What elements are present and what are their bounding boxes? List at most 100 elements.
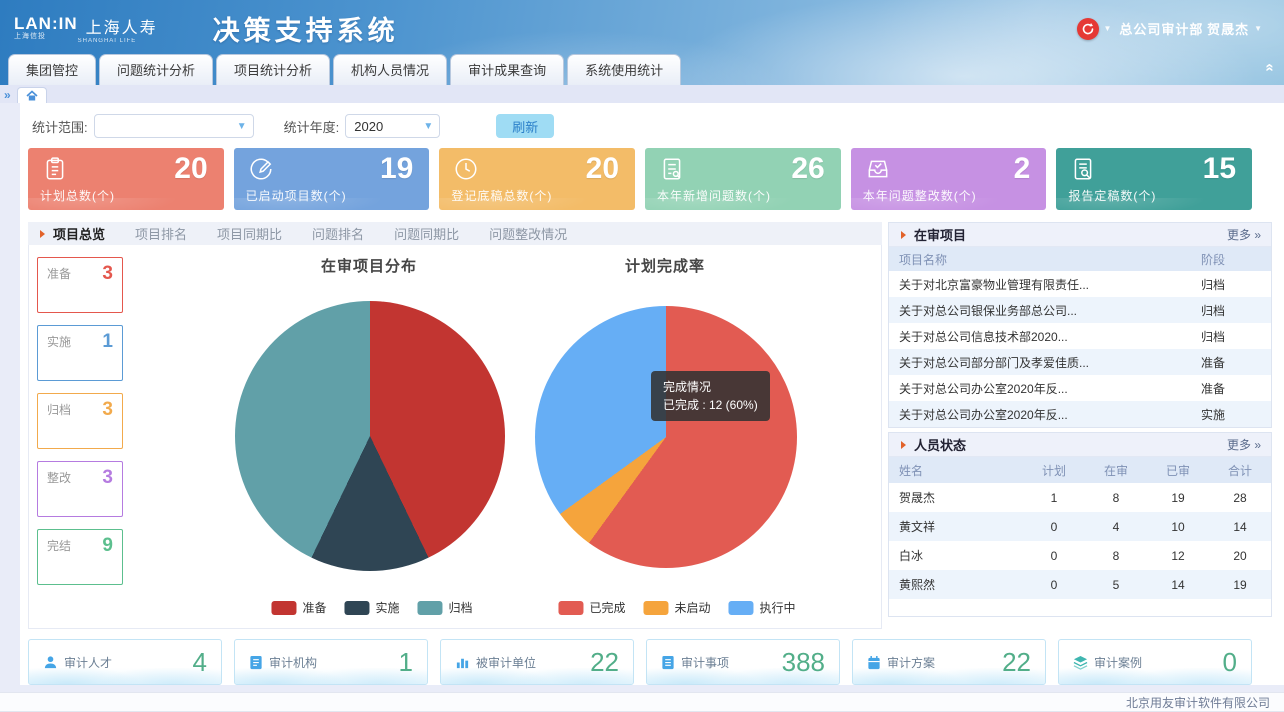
stat-value: 19 (380, 152, 413, 186)
clock-icon (453, 156, 479, 185)
page-title: 决策支持系统 (213, 9, 399, 48)
stat-card-plans[interactable]: 20 计划总数(个) (28, 148, 224, 210)
logo-en: SHANGHAI LIFE (78, 38, 158, 44)
pencil-circle-icon (248, 156, 274, 185)
bstat-audit-talent[interactable]: 审计人才 4 (28, 639, 222, 685)
col-total: 合计 (1209, 462, 1271, 479)
table-row[interactable]: 关于对总公司信息技术部2020...归档 (889, 323, 1271, 349)
user-name[interactable]: 贺晟杰 (1207, 19, 1249, 38)
stat-label: 本年新增问题数(个) (657, 187, 771, 204)
status-box-rectify[interactable]: 整改 3 (37, 461, 123, 517)
stat-card-new-issues[interactable]: 26 本年新增问题数(个) (645, 148, 841, 210)
status-box-archive[interactable]: 归档 3 (37, 393, 123, 449)
col-reviewing: 在审 (1085, 462, 1147, 479)
bstat-value: 388 (782, 647, 825, 678)
status-box-implement[interactable]: 实施 1 (37, 325, 123, 381)
year-select[interactable]: 2020 ▼ (345, 114, 440, 138)
status-value: 1 (102, 331, 113, 353)
subtab-project-yoy[interactable]: 项目同期比 (217, 224, 282, 243)
bstat-value: 1 (399, 647, 413, 678)
status-label: 准备 (47, 265, 71, 282)
bstat-audit-plans[interactable]: 审计方案 22 (852, 639, 1046, 685)
stat-card-rectified[interactable]: 2 本年问题整改数(个) (851, 148, 1047, 210)
table-row[interactable]: 关于对总公司部分部门及孝爱佳质...准备 (889, 349, 1271, 375)
pie-chart-completion[interactable] (535, 306, 797, 568)
tab-group-control[interactable]: 集团管控 (8, 54, 96, 85)
table-row[interactable]: 黄熙然051419 (889, 570, 1271, 599)
bstat-audited-units[interactable]: 被审计单位 22 (440, 639, 634, 685)
main-tabbar: 集团管控 问题统计分析 项目统计分析 机构人员情况 审计成果查询 系统使用统计 … (0, 57, 1284, 85)
year-label: 统计年度: (284, 117, 340, 136)
legend-item[interactable]: 未启动 (625, 599, 710, 616)
status-label: 整改 (47, 469, 71, 486)
subtab-project-ranking[interactable]: 项目排名 (135, 224, 187, 243)
tab-project-stats[interactable]: 项目统计分析 (216, 54, 330, 85)
user-caret-icon[interactable]: ▼ (1254, 24, 1262, 33)
user-dept: 总公司审计部 (1119, 19, 1203, 38)
chevron-down-icon: ▼ (423, 121, 433, 132)
scope-select[interactable]: ▼ (94, 114, 254, 138)
avatar[interactable] (1077, 18, 1099, 40)
table-row[interactable]: 白冰081220 (889, 541, 1271, 570)
more-link[interactable]: 更多 » (1227, 226, 1261, 243)
table-row[interactable]: 关于对北京富豪物业管理有限责任...归档 (889, 271, 1271, 297)
pie-chart-projects[interactable] (235, 301, 505, 571)
arrow-right-icon (901, 441, 906, 449)
subtab-issue-ranking[interactable]: 问题排名 (312, 224, 364, 243)
panel-title: 在审项目 (914, 225, 966, 244)
stat-value: 20 (586, 152, 619, 186)
logo-cn: 上海人寿 (86, 14, 158, 38)
header-area: LAN:IN 上海信投 上海人寿 SHANGHAI LIFE 决策支持系统 ▼ … (0, 0, 1284, 85)
bstat-audit-cases[interactable]: 审计案例 0 (1058, 639, 1252, 685)
stat-card-drafts[interactable]: 20 登记底稿总数(个) (439, 148, 635, 210)
col-stage: 阶段 (1201, 251, 1271, 268)
bstat-label: 审计方案 (887, 654, 935, 671)
bstat-label: 被审计单位 (476, 654, 536, 671)
subtab-project-overview[interactable]: 项目总览 (53, 224, 105, 243)
bstat-value: 22 (590, 647, 619, 678)
stat-card-started-projects[interactable]: 19 已启动项目数(个) (234, 148, 430, 210)
legend-item[interactable]: 归档 (400, 599, 473, 616)
panel-projects-in-review: 在审项目 更多 » 项目名称 阶段 关于对北京富豪物业管理有限责任...归档 关… (888, 222, 1272, 428)
table-row[interactable]: 关于对总公司银保业务部总公司...归档 (889, 297, 1271, 323)
side-panels: 在审项目 更多 » 项目名称 阶段 关于对北京富豪物业管理有限责任...归档 关… (888, 222, 1272, 629)
footer-bar: 北京用友审计软件有限公司 (0, 692, 1284, 712)
bstat-audit-org[interactable]: 审计机构 1 (234, 639, 428, 685)
legend-projects: 准备 实施 归档 (271, 599, 472, 616)
status-label: 归档 (47, 401, 71, 418)
table-row[interactable]: 黄文祥041014 (889, 512, 1271, 541)
subtab-issue-rectify[interactable]: 问题整改情况 (489, 224, 567, 243)
bstat-audit-matters[interactable]: 审计事项 388 (646, 639, 840, 685)
status-value: 3 (102, 263, 113, 285)
home-icon (26, 90, 38, 102)
inbox-check-icon (865, 156, 891, 185)
legend-item[interactable]: 实施 (326, 599, 399, 616)
tab-org-personnel[interactable]: 机构人员情况 (333, 54, 447, 85)
legend-item[interactable]: 执行中 (711, 599, 796, 616)
chart-title-projects: 在审项目分布 (321, 255, 417, 276)
scope-label: 统计范围: (32, 117, 88, 136)
subtab-issue-yoy[interactable]: 问题同期比 (394, 224, 459, 243)
legend-item[interactable]: 准备 (271, 599, 326, 616)
refresh-button[interactable]: 刷新 (496, 114, 554, 138)
company-logo: LAN:IN 上海信投 上海人寿 SHANGHAI LIFE (14, 14, 158, 44)
arrow-right-icon (901, 231, 906, 239)
tab-system-usage[interactable]: 系统使用统计 (567, 54, 681, 85)
status-box-complete[interactable]: 完结 9 (37, 529, 123, 585)
avatar-caret-icon[interactable]: ▼ (1104, 24, 1112, 33)
table-row[interactable]: 关于对总公司办公室2020年反...实施 (889, 401, 1271, 427)
legend-item[interactable]: 已完成 (558, 599, 625, 616)
collapse-up-icon[interactable]: « (1261, 63, 1278, 71)
status-box-prepare[interactable]: 准备 3 (37, 257, 123, 313)
stat-label: 本年问题整改数(个) (863, 187, 977, 204)
home-tab[interactable] (17, 87, 47, 103)
stat-card-final-reports[interactable]: 15 报告定稿数(个) (1056, 148, 1252, 210)
table-row[interactable]: 关于对总公司办公室2020年反...准备 (889, 375, 1271, 401)
tab-issue-stats[interactable]: 问题统计分析 (99, 54, 213, 85)
more-link[interactable]: 更多 » (1227, 436, 1261, 453)
stat-cards-row: 20 计划总数(个) 19 已启动项目数(个) 20 登记底稿总数(个) (28, 148, 1284, 210)
tab-audit-results[interactable]: 审计成果查询 (450, 54, 564, 85)
table-row[interactable]: 贺晟杰181928 (889, 483, 1271, 512)
expand-nav-icon[interactable]: » (4, 88, 11, 102)
status-label: 完结 (47, 537, 71, 554)
